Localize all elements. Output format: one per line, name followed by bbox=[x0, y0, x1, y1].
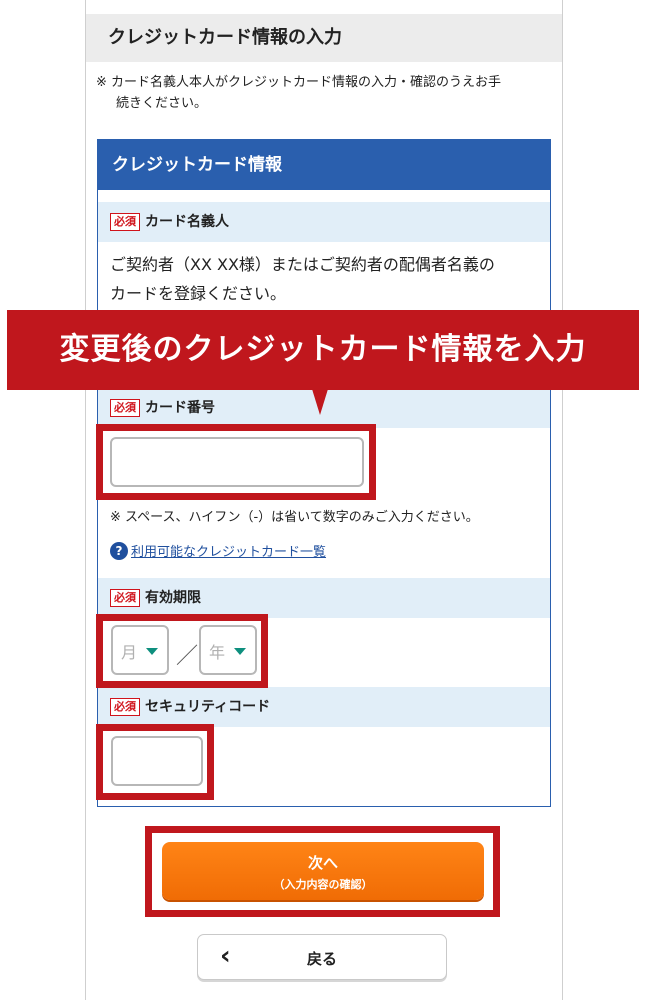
callout-banner: 変更後のクレジットカード情報を入力 bbox=[7, 310, 639, 390]
section-title: クレジットカード情報の入力 bbox=[86, 14, 562, 62]
card-header: クレジットカード情報 bbox=[98, 140, 550, 190]
expiry-label: 有効期限 bbox=[145, 590, 201, 606]
holder-desc-line-1: ご契約者（XX XX様）またはご契約者の配偶者名義の bbox=[110, 255, 495, 274]
holder-label-row: 必須 カード名義人 bbox=[98, 202, 550, 242]
required-badge: 必須 bbox=[110, 399, 140, 417]
highlight-next-button bbox=[145, 826, 500, 917]
holder-desc-line-2: カードを登録ください。 bbox=[110, 284, 287, 303]
holder-description: ご契約者（XX XX様）またはご契約者の配偶者名義の カードを登録ください。 bbox=[110, 250, 540, 308]
notice-line-1: ※ カード名義人本人がクレジットカード情報の入力・確認のうえお手 bbox=[96, 75, 502, 90]
highlight-expiry bbox=[96, 614, 268, 688]
expiry-label-row: 必須 有効期限 bbox=[98, 578, 550, 618]
required-badge: 必須 bbox=[110, 698, 140, 716]
question-circle-icon[interactable]: ? bbox=[110, 541, 128, 560]
available-cards-link[interactable]: 利用可能なクレジットカード一覧 bbox=[131, 545, 326, 560]
security-label: セキュリティコード bbox=[145, 699, 271, 715]
required-badge: 必須 bbox=[110, 589, 140, 607]
back-button[interactable]: ‹ 戻る bbox=[197, 934, 447, 980]
callout-pointer bbox=[312, 389, 328, 415]
back-button-label: 戻る bbox=[306, 950, 337, 968]
highlight-card-number bbox=[96, 424, 376, 500]
holder-label: カード名義人 bbox=[145, 214, 229, 230]
number-label: カード番号 bbox=[145, 400, 215, 416]
notice-text: ※ カード名義人本人がクレジットカード情報の入力・確認のうえお手 続きください。 bbox=[96, 72, 556, 114]
required-badge: 必須 bbox=[110, 213, 140, 231]
highlight-security-code bbox=[96, 724, 214, 800]
notice-line-2: 続きください。 bbox=[116, 96, 208, 111]
number-hint: ※ スペース、ハイフン（-）は省いて数字のみご入力ください。 bbox=[110, 510, 479, 525]
security-label-row: 必須 セキュリティコード bbox=[98, 687, 550, 727]
help-row: ? 利用可能なクレジットカード一覧 bbox=[110, 541, 326, 560]
